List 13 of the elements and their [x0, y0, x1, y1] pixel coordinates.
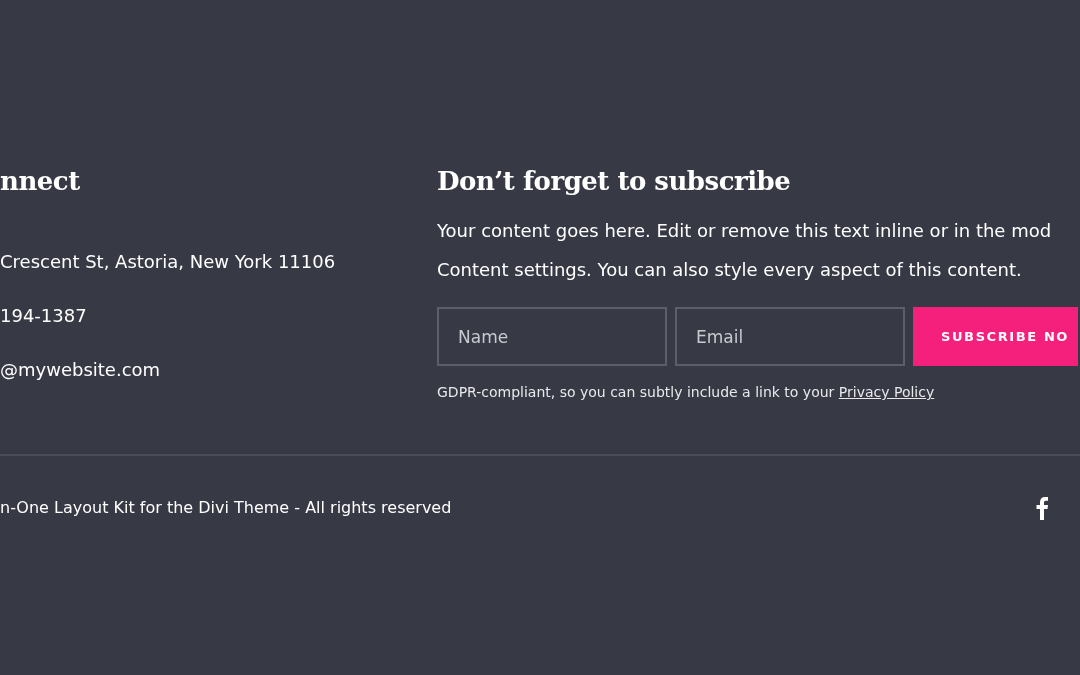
input-field[interactable]: Email	[675, 307, 905, 366]
phone-text: 194-1387	[0, 304, 88, 328]
input-field[interactable]: Name	[437, 307, 667, 366]
privacy-link[interactable]: Privacy Policy	[838, 384, 935, 400]
subscribe-button[interactable]: SUBSCRIBE NO	[913, 307, 1078, 366]
section-heading: Don’t forget to subscribe	[437, 165, 792, 198]
gdpr-note: GDPR-compliant, so you can subtly include a link to your Privacy Policy	[437, 383, 936, 402]
address-text: Crescent St, Astoria, New York 11106	[0, 250, 337, 274]
facebook-icon[interactable]	[1036, 496, 1048, 520]
description-text: Your content goes here. Edit or remove this text inline or in the mod Content settings. You can also style every aspect of this content.	[437, 219, 1053, 282]
section-heading: nnect	[0, 165, 81, 198]
email-text: @mywebsite.com	[0, 358, 162, 382]
copyright-text: n-One Layout Kit for the Divi Theme - All rights reserved	[0, 497, 452, 519]
